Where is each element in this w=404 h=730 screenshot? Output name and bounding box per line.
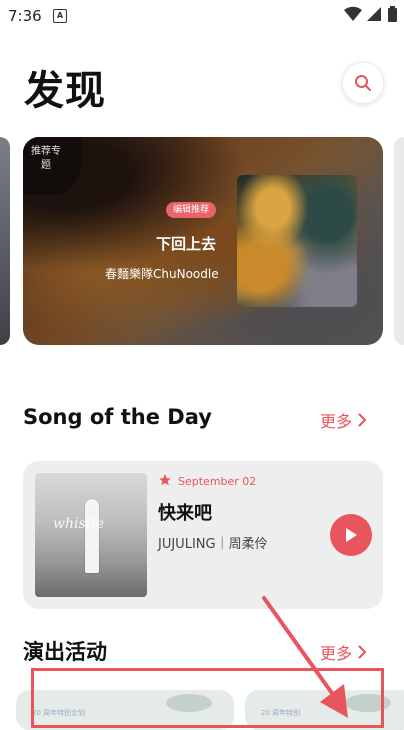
status-bar: 7:36 A [0, 0, 404, 32]
banner-badge-label: 推荐专题 [31, 146, 61, 171]
wifi-icon [344, 6, 362, 22]
play-button[interactable] [330, 514, 372, 556]
chevron-right-icon [358, 413, 367, 427]
search-button[interactable] [342, 62, 384, 104]
more-label: 更多 [320, 412, 353, 431]
carousel-next-card[interactable] [394, 137, 404, 345]
song-of-day-more-link[interactable]: 更多 [320, 408, 367, 432]
carousel-prev-card[interactable] [0, 137, 10, 345]
song-title: 快来吧 [158, 503, 212, 524]
page-title: 发现 [24, 68, 106, 114]
status-time: 7:36 [8, 7, 42, 25]
notification-app-icon: A [53, 9, 67, 23]
play-icon [346, 528, 357, 542]
battery-icon [388, 6, 397, 22]
cover-figure [85, 499, 99, 573]
annotation-arrow-icon [262, 596, 348, 718]
song-artist: JUJULING｜周柔伶 [158, 537, 268, 552]
section-title-events: 演出活动 [23, 640, 107, 664]
editor-pick-tag: 编辑推荐 [166, 202, 217, 218]
featured-banner[interactable]: 推荐专题 编辑推荐 下回上去 春麵樂隊ChuNoodle [23, 137, 383, 345]
banner-album-cover [237, 175, 357, 307]
search-icon [355, 75, 371, 91]
banner-song-title: 下回上去 [156, 235, 217, 253]
song-album-cover: whistle [35, 473, 147, 597]
section-title-song-of-the-day: Song of the Day [23, 405, 212, 429]
signal-icon [367, 7, 381, 21]
cover-text: whistle [53, 516, 105, 532]
star-icon [159, 474, 171, 486]
song-date: September 02 [178, 475, 257, 488]
banner-artist: 春麵樂隊ChuNoodle [105, 267, 219, 281]
